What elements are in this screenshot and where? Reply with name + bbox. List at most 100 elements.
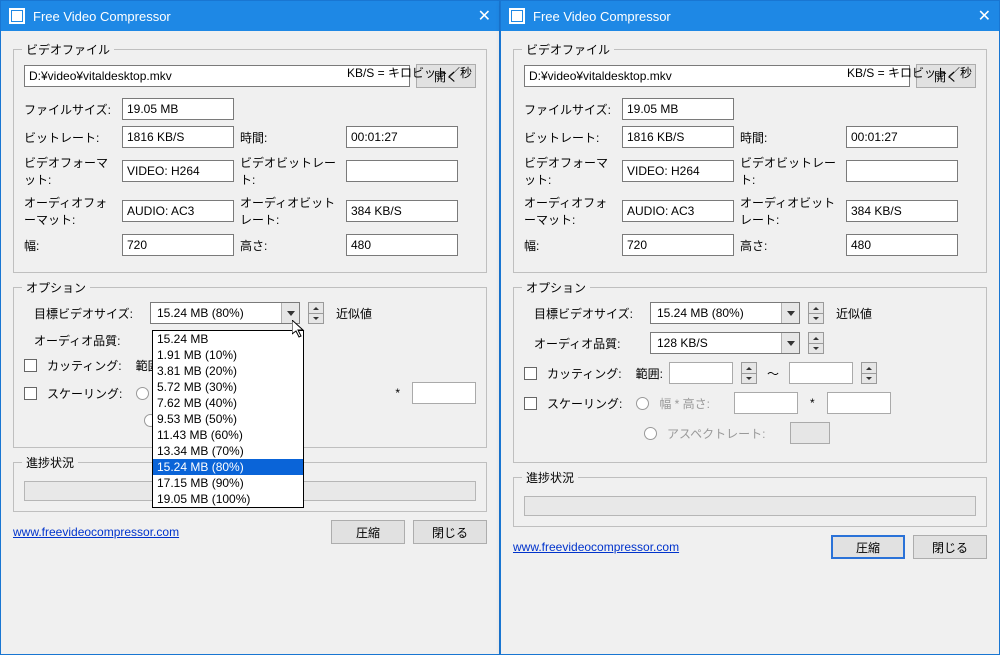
abitrate-field: 384 KB/S: [346, 200, 458, 222]
window-left: Free Video Compressor ✕ ビデオファイル D:¥video…: [0, 0, 500, 655]
label-target-size: 目標ビデオサイズ:: [24, 305, 144, 322]
dropdown-item[interactable]: 15.24 MB (80%): [153, 459, 303, 475]
cutting-label: カッティング:: [47, 357, 122, 374]
scaling-checkbox[interactable]: [524, 397, 537, 410]
dropdown-item[interactable]: 19.05 MB (100%): [153, 491, 303, 507]
target-size-spinner[interactable]: [808, 302, 824, 324]
compress-button[interactable]: 圧縮: [831, 535, 905, 559]
label-bitrate: ビットレート:: [24, 129, 116, 146]
aspect-combo[interactable]: [790, 422, 830, 444]
whs-radio[interactable]: [636, 397, 649, 410]
dropdown-item[interactable]: 15.24 MB: [153, 331, 303, 347]
aspect-radio[interactable]: [644, 427, 657, 440]
target-size-combo[interactable]: 15.24 MB (80%): [650, 302, 800, 324]
label-filesize: ファイルサイズ:: [24, 101, 116, 118]
approx-label: 近似値: [836, 305, 872, 322]
window-title: Free Video Compressor: [533, 9, 951, 24]
whs-radio[interactable]: [136, 387, 149, 400]
label-height: 高さ:: [240, 237, 340, 254]
label-vbitrate: ビデオビットレート:: [740, 154, 840, 188]
label-aformat: オーディオフォーマット:: [524, 194, 616, 228]
range-from-spinner[interactable]: [741, 362, 757, 384]
cutting-checkbox[interactable]: [24, 359, 37, 372]
chevron-down-icon[interactable]: [781, 303, 799, 323]
target-size-spinner[interactable]: [308, 302, 324, 324]
range-from-field[interactable]: [669, 362, 733, 384]
label-audio-quality: オーディオ品質:: [24, 332, 144, 349]
dropdown-item[interactable]: 5.72 MB (30%): [153, 379, 303, 395]
label-vformat: ビデオフォーマット:: [524, 154, 616, 188]
range-to-spinner[interactable]: [861, 362, 877, 384]
scaling-label: スケーリング:: [547, 395, 622, 412]
target-size-dropdown[interactable]: 15.24 MB1.91 MB (10%)3.81 MB (20%)5.72 M…: [152, 330, 304, 508]
audio-quality-spinner[interactable]: [808, 332, 824, 354]
kbps-note: KB/S = キロビット／秒: [847, 64, 972, 81]
cutting-label: カッティング:: [547, 365, 622, 382]
video-file-legend: ビデオファイル: [22, 41, 114, 58]
label-width: 幅:: [524, 237, 616, 254]
label-width: 幅:: [24, 237, 116, 254]
options-legend: オプション: [522, 279, 590, 296]
titlebar[interactable]: Free Video Compressor ✕: [501, 1, 999, 31]
close-button[interactable]: 閉じる: [913, 535, 987, 559]
video-file-legend: ビデオファイル: [522, 41, 614, 58]
scale-height-field[interactable]: [412, 382, 476, 404]
range-tilde: ～: [763, 365, 783, 382]
dropdown-item[interactable]: 13.34 MB (70%): [153, 443, 303, 459]
video-file-group: ビデオファイル D:¥video¥vitaldesktop.mkv 開く KB/…: [513, 49, 987, 273]
progress-group: 進捗状況: [513, 477, 987, 527]
abitrate-field: 384 KB/S: [846, 200, 958, 222]
duration-field: 00:01:27: [846, 126, 958, 148]
chevron-down-icon[interactable]: [791, 423, 829, 443]
close-icon[interactable]: ✕: [951, 6, 991, 26]
dropdown-item[interactable]: 11.43 MB (60%): [153, 427, 303, 443]
titlebar[interactable]: Free Video Compressor ✕: [1, 1, 499, 31]
range-to-field[interactable]: [789, 362, 853, 384]
aformat-field: AUDIO: AC3: [622, 200, 734, 222]
progress-legend: 進捗状況: [522, 469, 578, 486]
aspect-label: アスペクトレート:: [667, 425, 766, 442]
footer: www.freevideocompressor.com 圧縮 閉じる: [13, 520, 487, 544]
dropdown-item[interactable]: 7.62 MB (40%): [153, 395, 303, 411]
website-link[interactable]: www.freevideocompressor.com: [513, 540, 679, 554]
dropdown-item[interactable]: 17.15 MB (90%): [153, 475, 303, 491]
target-size-value: 15.24 MB (80%): [151, 303, 281, 323]
dropdown-item[interactable]: 3.81 MB (20%): [153, 363, 303, 379]
chevron-down-icon[interactable]: [781, 333, 799, 353]
scale-width-field[interactable]: [734, 392, 798, 414]
bitrate-field: 1816 KB/S: [122, 126, 234, 148]
close-button[interactable]: 閉じる: [413, 520, 487, 544]
kbps-note: KB/S = キロビット／秒: [347, 64, 472, 81]
width-field: 720: [122, 234, 234, 256]
duration-field: 00:01:27: [346, 126, 458, 148]
app-icon: [9, 8, 25, 24]
scale-height-field[interactable]: [827, 392, 891, 414]
audio-quality-combo[interactable]: 128 KB/S: [650, 332, 800, 354]
target-size-value: 15.24 MB (80%): [651, 303, 781, 323]
dropdown-item[interactable]: 1.91 MB (10%): [153, 347, 303, 363]
options-group: オプション 目標ビデオサイズ: 15.24 MB (80%) 近似値 オーディオ…: [513, 287, 987, 463]
progress-bar: [524, 496, 976, 516]
chevron-down-icon[interactable]: [281, 303, 299, 323]
file-size-field: 19.05 MB: [622, 98, 734, 120]
whs-label: 幅 * 高さ:: [659, 395, 710, 412]
range-label: 範囲:: [636, 365, 663, 382]
website-link[interactable]: www.freevideocompressor.com: [13, 525, 179, 539]
scaling-checkbox[interactable]: [24, 387, 37, 400]
vformat-field: VIDEO: H264: [622, 160, 734, 182]
cutting-checkbox[interactable]: [524, 367, 537, 380]
close-icon[interactable]: ✕: [451, 6, 491, 26]
height-field: 480: [846, 234, 958, 256]
label-aformat: オーディオフォーマット:: [24, 194, 116, 228]
footer: www.freevideocompressor.com 圧縮 閉じる: [513, 535, 987, 559]
dropdown-item[interactable]: 9.53 MB (50%): [153, 411, 303, 427]
label-filesize: ファイルサイズ:: [524, 101, 616, 118]
label-vbitrate: ビデオビットレート:: [240, 154, 340, 188]
target-size-combo[interactable]: 15.24 MB (80%): [150, 302, 300, 324]
compress-button[interactable]: 圧縮: [331, 520, 405, 544]
vbitrate-field: [846, 160, 958, 182]
file-size-field: 19.05 MB: [122, 98, 234, 120]
window-title: Free Video Compressor: [33, 9, 451, 24]
label-audio-quality: オーディオ品質:: [524, 335, 644, 352]
label-duration: 時間:: [740, 129, 840, 146]
